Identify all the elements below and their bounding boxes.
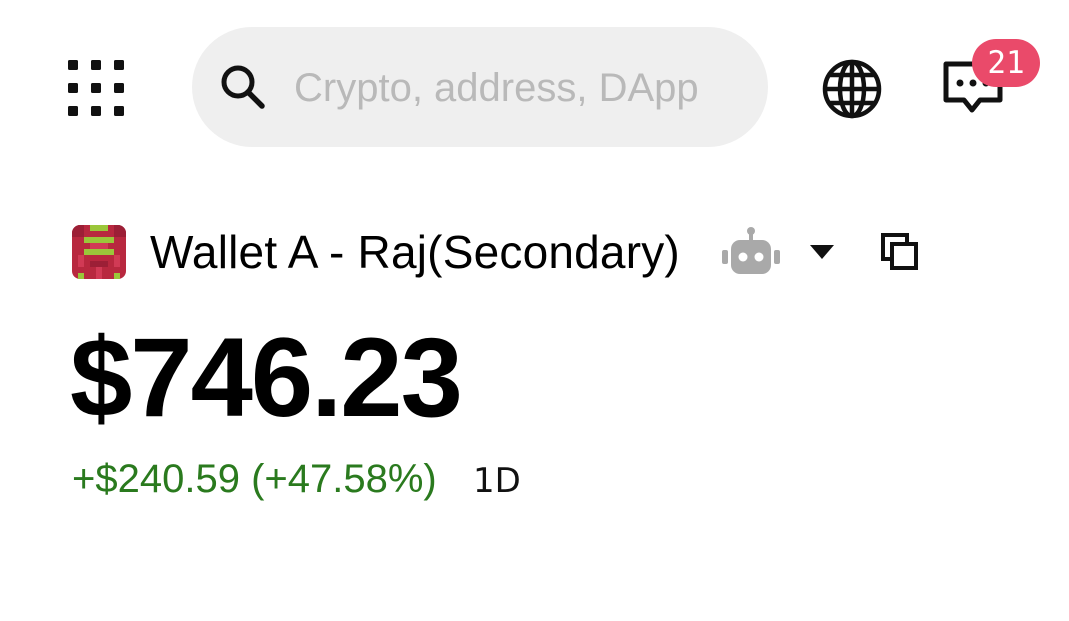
copy-icon[interactable]	[880, 232, 920, 272]
caret-down-icon[interactable]	[808, 242, 836, 262]
language-button[interactable]	[818, 55, 886, 123]
robot-icon	[722, 227, 780, 274]
apps-menu-button[interactable]	[62, 54, 130, 122]
top-bar: 21	[0, 0, 1069, 175]
globe-icon	[822, 59, 882, 119]
search-input[interactable]	[292, 52, 746, 124]
wallet-avatar	[72, 225, 126, 279]
search-icon	[221, 65, 265, 109]
search-bar[interactable]	[192, 27, 768, 147]
notification-badge: 21	[972, 39, 1040, 87]
change-period[interactable]: 1D	[473, 459, 521, 503]
wallet-balance: $746.23	[70, 315, 463, 440]
grid-menu-icon	[68, 60, 124, 116]
balance-change: +$240.59 (+47.58%)	[72, 457, 437, 501]
wallet-name[interactable]: Wallet A - Raj(Secondary)	[150, 224, 680, 280]
wallet-selector[interactable]: Wallet A - Raj(Secondary)	[72, 220, 972, 284]
